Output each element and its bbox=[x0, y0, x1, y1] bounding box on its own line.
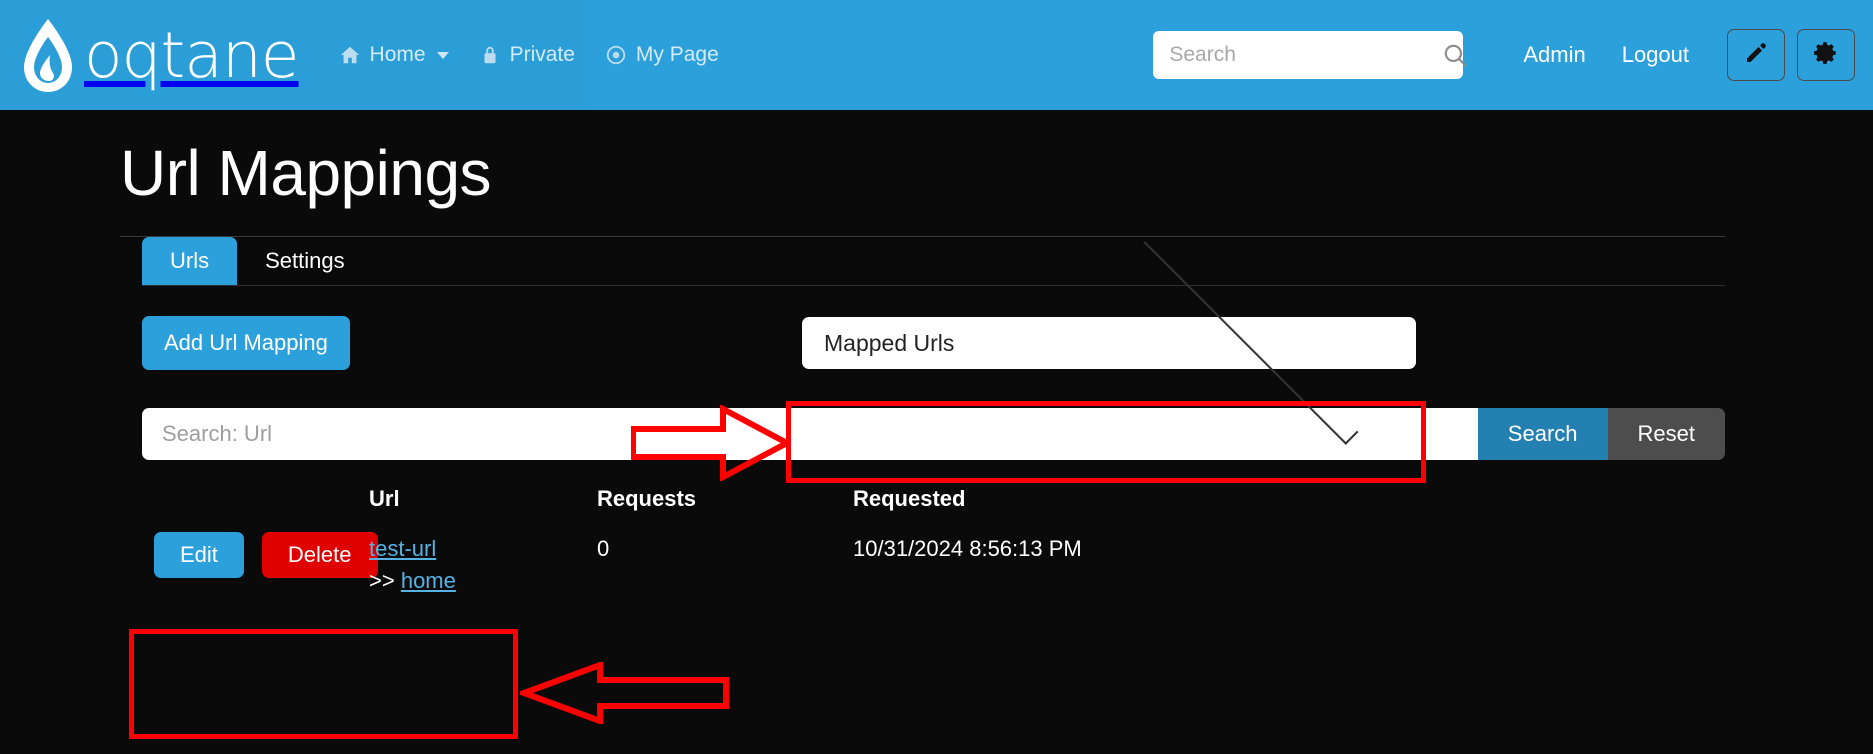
top-navigation-bar: oqtane Home Private My Page Search Admin… bbox=[0, 0, 1873, 110]
column-header-requests: Requests bbox=[597, 486, 697, 512]
row-mapped-target: >> home bbox=[369, 568, 597, 594]
url-link[interactable]: test-url bbox=[369, 536, 436, 561]
gear-icon bbox=[1813, 40, 1839, 71]
url-search-input[interactable] bbox=[142, 408, 1478, 461]
nav-item-my-page-label: My Page bbox=[635, 43, 719, 66]
edit-mode-button[interactable] bbox=[1727, 29, 1785, 81]
nav-item-private-label: Private bbox=[509, 43, 575, 66]
column-header-url: Url bbox=[369, 486, 400, 512]
column-header-actions bbox=[126, 486, 369, 516]
nav-item-home[interactable]: Home bbox=[339, 43, 449, 67]
tab-settings[interactable]: Settings bbox=[237, 237, 373, 285]
home-icon bbox=[339, 44, 361, 66]
header-user-links: Admin Logout bbox=[1523, 42, 1689, 68]
search-input[interactable] bbox=[1167, 42, 1443, 68]
water-drop-logo-icon bbox=[18, 15, 78, 95]
row-actions-highlight-box bbox=[129, 629, 518, 739]
settings-button[interactable] bbox=[1797, 29, 1855, 81]
nav-item-my-page[interactable]: My Page bbox=[605, 43, 719, 67]
logout-link[interactable]: Logout bbox=[1622, 42, 1689, 68]
column-header-requested: Requested bbox=[853, 486, 966, 512]
edit-button[interactable]: Edit bbox=[154, 532, 244, 579]
brand-name: oqtane bbox=[84, 18, 300, 92]
mapped-target-link[interactable]: home bbox=[401, 568, 456, 593]
module-tabs: Urls Settings bbox=[142, 237, 1725, 287]
header-search-box[interactable] bbox=[1153, 31, 1467, 79]
table-row: Edit Delete test-url >> home 0 10/31/202… bbox=[126, 526, 1416, 594]
table-header-row: Url Requests Requested bbox=[126, 486, 1416, 516]
row-requested-cell: 10/31/2024 8:56:13 PM bbox=[853, 536, 1082, 562]
add-url-mapping-button[interactable]: Add Url Mapping bbox=[142, 316, 350, 371]
row-pointer-arrow bbox=[515, 660, 730, 729]
nav-item-home-label: Home bbox=[369, 43, 426, 66]
pencil-icon bbox=[1744, 41, 1768, 70]
tab-urls[interactable]: Urls bbox=[142, 237, 238, 286]
nav-item-private[interactable]: Private bbox=[479, 43, 575, 67]
brand-logo-link[interactable]: oqtane bbox=[18, 15, 300, 95]
controls-row: Add Url Mapping Mapped Urls bbox=[142, 230, 1725, 446]
mapped-urls-select-value: Mapped Urls bbox=[824, 329, 955, 356]
row-actions: Edit Delete bbox=[126, 526, 378, 579]
header-search-area bbox=[1153, 31, 1467, 79]
row-requests-cell: 0 bbox=[597, 536, 610, 562]
url-mappings-table: Url Requests Requested Edit Delete test-… bbox=[126, 486, 1416, 594]
page-title: Url Mappings bbox=[120, 137, 492, 209]
search-button[interactable]: Search bbox=[1477, 408, 1608, 461]
url-search-row: Search Reset bbox=[142, 408, 1725, 461]
content-container: Url Mappings Urls Settings Add Url Mappi… bbox=[0, 110, 1873, 594]
lock-icon bbox=[479, 44, 501, 66]
delete-button[interactable]: Delete bbox=[261, 532, 378, 579]
chevron-down-icon bbox=[436, 51, 449, 59]
row-url-cell: test-url >> home bbox=[369, 526, 597, 594]
mapped-prefix: >> bbox=[369, 568, 395, 594]
reset-button[interactable]: Reset bbox=[1607, 408, 1725, 461]
mapped-urls-select[interactable]: Mapped Urls bbox=[802, 230, 1416, 446]
primary-nav: Home Private My Page bbox=[339, 43, 719, 67]
search-icon[interactable] bbox=[1442, 42, 1468, 68]
page-body: Url Mappings Urls Settings Add Url Mappi… bbox=[0, 110, 1873, 754]
target-icon bbox=[605, 44, 627, 66]
admin-link[interactable]: Admin bbox=[1523, 42, 1585, 68]
